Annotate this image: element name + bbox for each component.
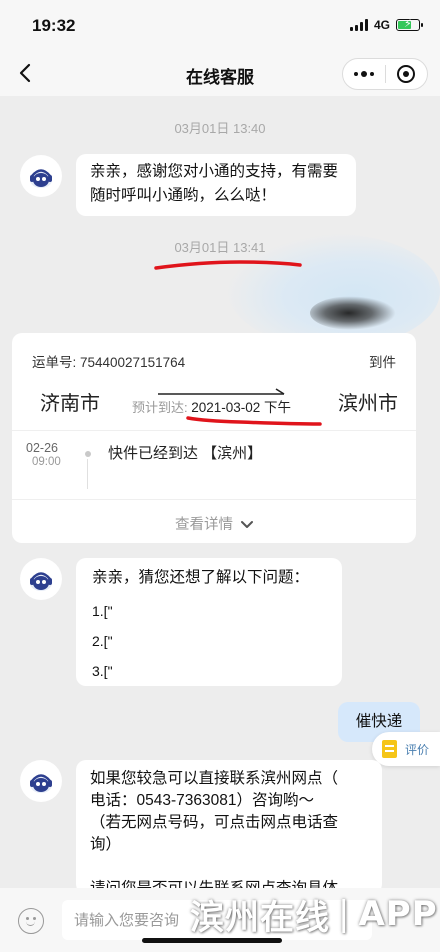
bot-message: 亲亲，感谢您对小通的支持，有需要 随时呼叫小通哟，么么哒！ <box>76 154 356 216</box>
blur-overlay <box>228 234 440 348</box>
rate-icon <box>382 740 397 758</box>
status-bar: 19:32 4G ⚡ <box>0 0 440 50</box>
message-line: （若无网点号码，可点击网点电话查 <box>90 814 339 831</box>
suggested-question[interactable]: 1.[" <box>92 596 326 626</box>
view-details-link[interactable]: 查看详情 <box>12 513 416 534</box>
message-line: 亲亲，感谢您对小通的支持，有需要 <box>90 163 339 180</box>
watermark-logo: 滨州在线 | APP <box>190 888 438 940</box>
message-intro: 亲亲，猜您还想了解以下问题： <box>92 569 310 586</box>
target-icon <box>397 65 416 83</box>
home-indicator <box>142 938 282 943</box>
suggested-question[interactable]: 2.[" <box>92 626 326 656</box>
eta: 预计到达: 2021-03-02 下午 <box>132 396 291 416</box>
watermark-text: APP <box>358 894 438 934</box>
signal-icon <box>349 19 368 31</box>
watermark-text: 滨州在线 <box>190 897 330 938</box>
miniapp-capsule <box>342 58 428 90</box>
waybill-status: 到件 <box>369 355 396 370</box>
watermark-separator: | <box>338 894 351 934</box>
origin-city: 济南市 <box>40 393 100 415</box>
message-line: 如果您较急可以直接联系滨州网点（ <box>90 770 339 787</box>
message-line: 询） <box>90 836 122 853</box>
close-miniapp-button[interactable] <box>386 59 427 89</box>
divider <box>12 499 416 500</box>
suggested-question[interactable]: 3.[" <box>92 656 326 686</box>
status-indicators: 4G ⚡ <box>349 18 423 32</box>
message-line <box>90 856 368 878</box>
eta-date: 2021-03-02 下午 <box>191 400 292 415</box>
timeline-line <box>87 459 88 489</box>
robot-icon <box>30 169 52 188</box>
destination-city: 滨州市 <box>338 393 398 415</box>
bot-avatar <box>20 760 62 802</box>
timeline-dot <box>85 451 91 457</box>
waybill-card[interactable]: 运单号: 75440027151764 到件 济南市 预计到达: 2021-03… <box>12 333 416 543</box>
track-date: 02-26 <box>26 441 58 455</box>
chevron-down-icon <box>241 521 254 529</box>
network-type: 4G <box>373 18 390 32</box>
bot-avatar <box>20 155 62 197</box>
eta-label: 预计到达: <box>132 400 188 415</box>
message-line: 随时呼叫小通哟，么么哒！ <box>90 187 277 204</box>
bot-avatar <box>20 558 62 600</box>
view-details-label: 查看详情 <box>174 517 233 533</box>
track-event: 快件已经到达 【滨州】 <box>108 445 263 462</box>
nav-bar: 在线客服 <box>0 50 440 96</box>
robot-icon <box>30 774 52 793</box>
rate-label: 评价 <box>405 742 430 757</box>
emoji-icon[interactable] <box>18 908 44 934</box>
battery-icon: ⚡ <box>396 18 423 31</box>
ink-scribble <box>310 296 396 330</box>
track-time: 09:00 <box>32 456 61 468</box>
more-icon[interactable] <box>343 59 385 89</box>
robot-icon <box>30 572 52 591</box>
bot-message: 亲亲，猜您还想了解以下问题： 1.[" 2.[" 3.[" <box>76 558 342 686</box>
bot-message: 如果您较急可以直接联系滨州网点（ 电话：0543-7363081）咨询哟～ （若… <box>76 760 382 894</box>
message-line: 电话：0543-7363081）咨询哟～ <box>90 792 314 809</box>
divider <box>12 430 416 431</box>
timestamp: 03月01日 13:40 <box>174 121 266 136</box>
waybill-number: 运单号: 75440027151764 <box>32 355 186 370</box>
rate-button[interactable]: 评价 <box>372 732 440 766</box>
status-time: 19:32 <box>32 16 76 35</box>
